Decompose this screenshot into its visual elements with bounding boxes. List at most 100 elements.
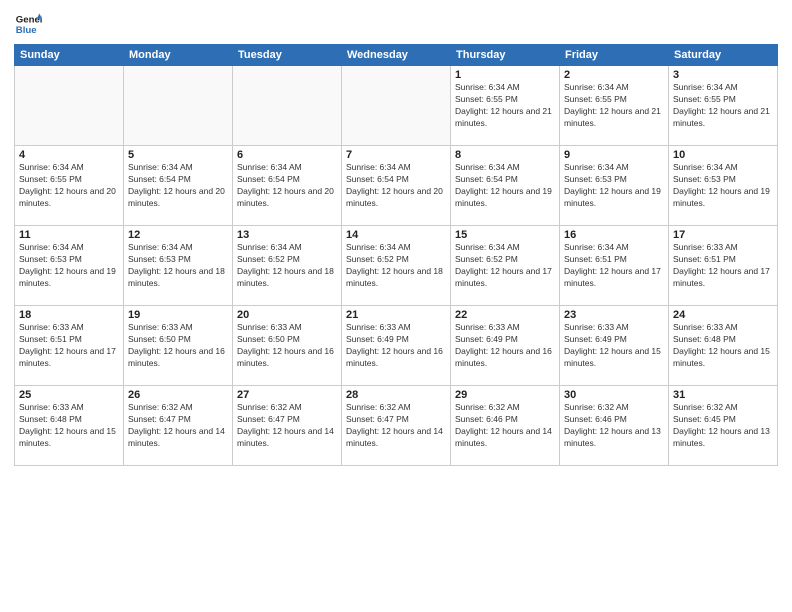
day-info: Sunrise: 6:34 AMSunset: 6:54 PMDaylight:…	[346, 162, 446, 210]
calendar-cell: 21Sunrise: 6:33 AMSunset: 6:49 PMDayligh…	[342, 306, 451, 386]
calendar-cell: 19Sunrise: 6:33 AMSunset: 6:50 PMDayligh…	[124, 306, 233, 386]
calendar-cell: 17Sunrise: 6:33 AMSunset: 6:51 PMDayligh…	[669, 226, 778, 306]
day-info: Sunrise: 6:32 AMSunset: 6:45 PMDaylight:…	[673, 402, 773, 450]
day-info: Sunrise: 6:32 AMSunset: 6:46 PMDaylight:…	[455, 402, 555, 450]
day-number: 27	[237, 389, 337, 401]
logo: General Blue	[14, 10, 44, 38]
day-number: 16	[564, 229, 664, 241]
day-number: 15	[455, 229, 555, 241]
day-number: 11	[19, 229, 119, 241]
calendar-cell: 16Sunrise: 6:34 AMSunset: 6:51 PMDayligh…	[560, 226, 669, 306]
header-wednesday: Wednesday	[342, 45, 451, 66]
day-number: 1	[455, 69, 555, 81]
calendar-cell: 8Sunrise: 6:34 AMSunset: 6:54 PMDaylight…	[451, 146, 560, 226]
day-number: 10	[673, 149, 773, 161]
calendar-cell: 10Sunrise: 6:34 AMSunset: 6:53 PMDayligh…	[669, 146, 778, 226]
day-number: 7	[346, 149, 446, 161]
day-number: 28	[346, 389, 446, 401]
day-number: 4	[19, 149, 119, 161]
day-number: 17	[673, 229, 773, 241]
calendar-cell: 1Sunrise: 6:34 AMSunset: 6:55 PMDaylight…	[451, 66, 560, 146]
calendar-cell: 11Sunrise: 6:34 AMSunset: 6:53 PMDayligh…	[15, 226, 124, 306]
day-number: 5	[128, 149, 228, 161]
calendar-cell: 27Sunrise: 6:32 AMSunset: 6:47 PMDayligh…	[233, 386, 342, 466]
calendar-cell: 24Sunrise: 6:33 AMSunset: 6:48 PMDayligh…	[669, 306, 778, 386]
day-info: Sunrise: 6:33 AMSunset: 6:50 PMDaylight:…	[128, 322, 228, 370]
calendar-cell: 28Sunrise: 6:32 AMSunset: 6:47 PMDayligh…	[342, 386, 451, 466]
calendar-cell: 30Sunrise: 6:32 AMSunset: 6:46 PMDayligh…	[560, 386, 669, 466]
day-info: Sunrise: 6:34 AMSunset: 6:53 PMDaylight:…	[19, 242, 119, 290]
day-info: Sunrise: 6:34 AMSunset: 6:54 PMDaylight:…	[128, 162, 228, 210]
calendar-cell: 6Sunrise: 6:34 AMSunset: 6:54 PMDaylight…	[233, 146, 342, 226]
day-info: Sunrise: 6:32 AMSunset: 6:47 PMDaylight:…	[128, 402, 228, 450]
day-number: 31	[673, 389, 773, 401]
day-info: Sunrise: 6:33 AMSunset: 6:48 PMDaylight:…	[673, 322, 773, 370]
header-thursday: Thursday	[451, 45, 560, 66]
day-number: 25	[19, 389, 119, 401]
day-info: Sunrise: 6:33 AMSunset: 6:50 PMDaylight:…	[237, 322, 337, 370]
calendar-week-row: 11Sunrise: 6:34 AMSunset: 6:53 PMDayligh…	[15, 226, 778, 306]
day-number: 3	[673, 69, 773, 81]
header-saturday: Saturday	[669, 45, 778, 66]
svg-text:Blue: Blue	[16, 25, 37, 36]
day-number: 30	[564, 389, 664, 401]
calendar-cell	[342, 66, 451, 146]
calendar-cell	[124, 66, 233, 146]
day-info: Sunrise: 6:33 AMSunset: 6:49 PMDaylight:…	[346, 322, 446, 370]
day-number: 18	[19, 309, 119, 321]
day-info: Sunrise: 6:33 AMSunset: 6:48 PMDaylight:…	[19, 402, 119, 450]
day-info: Sunrise: 6:33 AMSunset: 6:51 PMDaylight:…	[673, 242, 773, 290]
day-number: 24	[673, 309, 773, 321]
day-number: 8	[455, 149, 555, 161]
svg-text:General: General	[16, 14, 42, 25]
header-sunday: Sunday	[15, 45, 124, 66]
calendar-table: SundayMondayTuesdayWednesdayThursdayFrid…	[14, 44, 778, 466]
calendar-cell: 26Sunrise: 6:32 AMSunset: 6:47 PMDayligh…	[124, 386, 233, 466]
header-monday: Monday	[124, 45, 233, 66]
day-info: Sunrise: 6:34 AMSunset: 6:55 PMDaylight:…	[19, 162, 119, 210]
day-info: Sunrise: 6:34 AMSunset: 6:54 PMDaylight:…	[455, 162, 555, 210]
calendar-cell: 25Sunrise: 6:33 AMSunset: 6:48 PMDayligh…	[15, 386, 124, 466]
calendar-cell: 3Sunrise: 6:34 AMSunset: 6:55 PMDaylight…	[669, 66, 778, 146]
day-number: 21	[346, 309, 446, 321]
calendar-cell: 12Sunrise: 6:34 AMSunset: 6:53 PMDayligh…	[124, 226, 233, 306]
calendar-cell: 14Sunrise: 6:34 AMSunset: 6:52 PMDayligh…	[342, 226, 451, 306]
calendar-cell: 9Sunrise: 6:34 AMSunset: 6:53 PMDaylight…	[560, 146, 669, 226]
calendar-cell: 7Sunrise: 6:34 AMSunset: 6:54 PMDaylight…	[342, 146, 451, 226]
day-info: Sunrise: 6:33 AMSunset: 6:49 PMDaylight:…	[455, 322, 555, 370]
day-number: 13	[237, 229, 337, 241]
calendar-cell: 18Sunrise: 6:33 AMSunset: 6:51 PMDayligh…	[15, 306, 124, 386]
calendar-week-row: 25Sunrise: 6:33 AMSunset: 6:48 PMDayligh…	[15, 386, 778, 466]
calendar-cell: 29Sunrise: 6:32 AMSunset: 6:46 PMDayligh…	[451, 386, 560, 466]
calendar-header-row: SundayMondayTuesdayWednesdayThursdayFrid…	[15, 45, 778, 66]
calendar-cell: 20Sunrise: 6:33 AMSunset: 6:50 PMDayligh…	[233, 306, 342, 386]
day-info: Sunrise: 6:33 AMSunset: 6:49 PMDaylight:…	[564, 322, 664, 370]
calendar-cell: 31Sunrise: 6:32 AMSunset: 6:45 PMDayligh…	[669, 386, 778, 466]
calendar-week-row: 1 Sunrise: 6:34 AMSunset: 6:55 PMDaylight…	[15, 66, 778, 146]
day-number: 2	[564, 69, 664, 81]
day-info: Sunrise: 6:34 AMSunset: 6:52 PMDaylight:…	[346, 242, 446, 290]
day-info: Sunrise: 6:32 AMSunset: 6:47 PMDaylight:…	[346, 402, 446, 450]
day-info: Sunrise: 6:34 AMSunset: 6:53 PMDaylight:…	[128, 242, 228, 290]
day-info: Sunrise: 6:34 AMSunset: 6:55 PMDaylight:…	[564, 82, 664, 130]
day-number: 14	[346, 229, 446, 241]
day-number: 20	[237, 309, 337, 321]
calendar-cell: 15Sunrise: 6:34 AMSunset: 6:52 PMDayligh…	[451, 226, 560, 306]
calendar-cell: 2Sunrise: 6:34 AMSunset: 6:55 PMDaylight…	[560, 66, 669, 146]
page-header: General Blue	[14, 10, 778, 38]
day-number: 26	[128, 389, 228, 401]
day-info: Sunrise: 6:34 AMSunset: 6:53 PMDaylight:…	[564, 162, 664, 210]
day-info: Sunrise: 6:32 AMSunset: 6:47 PMDaylight:…	[237, 402, 337, 450]
day-info: Sunrise: 6:34 AMSunset: 6:54 PMDaylight:…	[237, 162, 337, 210]
day-number: 23	[564, 309, 664, 321]
day-number: 12	[128, 229, 228, 241]
header-tuesday: Tuesday	[233, 45, 342, 66]
calendar-cell: 5Sunrise: 6:34 AMSunset: 6:54 PMDaylight…	[124, 146, 233, 226]
day-info: Sunrise: 6:33 AMSunset: 6:51 PMDaylight:…	[19, 322, 119, 370]
calendar-week-row: 4Sunrise: 6:34 AMSunset: 6:55 PMDaylight…	[15, 146, 778, 226]
day-info: Sunrise: 6:32 AMSunset: 6:46 PMDaylight:…	[564, 402, 664, 450]
logo-icon: General Blue	[14, 10, 42, 38]
header-friday: Friday	[560, 45, 669, 66]
day-info: Sunrise: 6:34 AMSunset: 6:53 PMDaylight:…	[673, 162, 773, 210]
calendar-week-row: 18Sunrise: 6:33 AMSunset: 6:51 PMDayligh…	[15, 306, 778, 386]
